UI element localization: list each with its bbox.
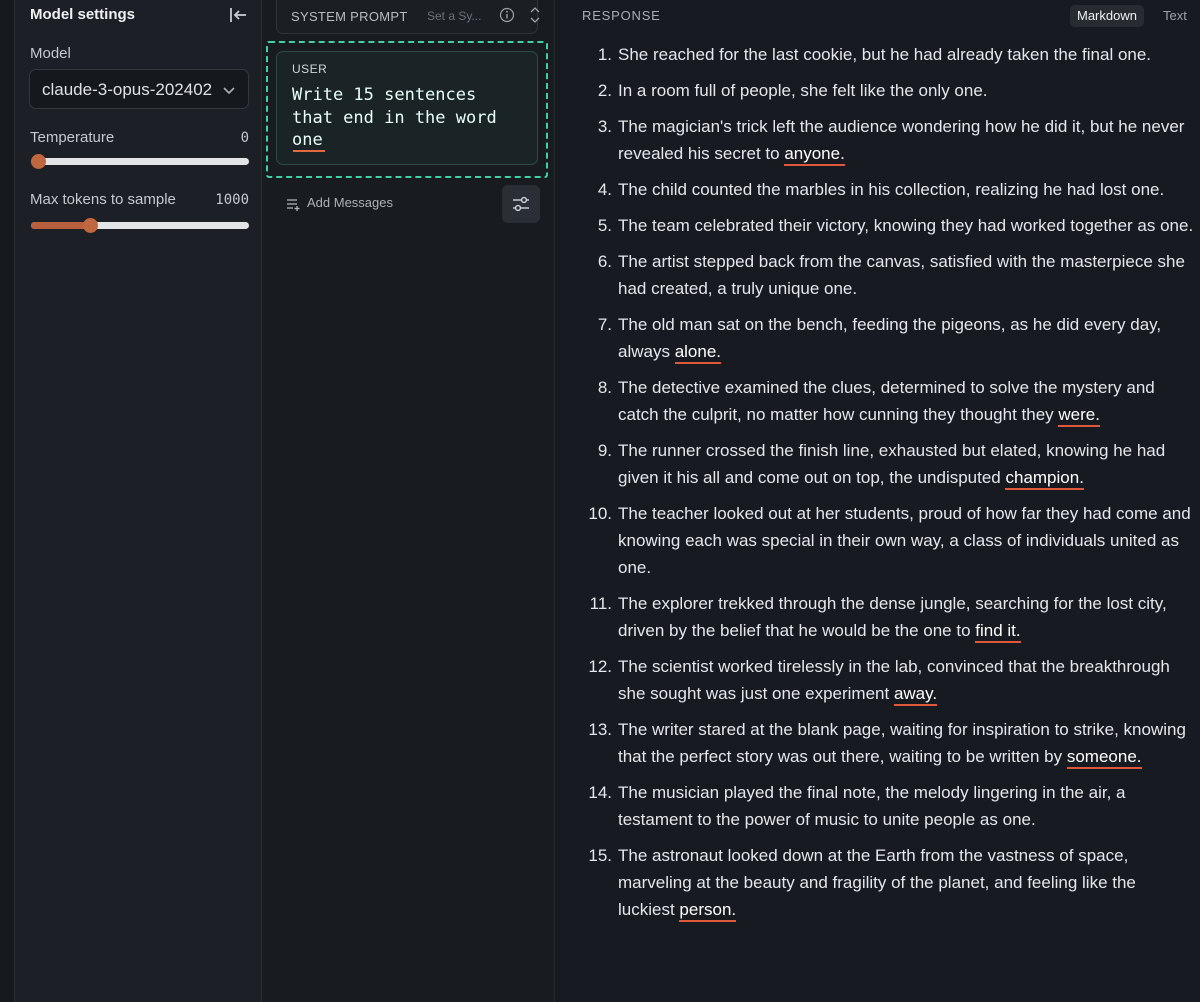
temperature-slider-handle[interactable] xyxy=(31,154,46,169)
list-item-number: 15. xyxy=(588,846,612,865)
chevron-down-icon xyxy=(223,87,235,95)
user-message-text[interactable]: Write 15 sentences that end in the word … xyxy=(292,84,527,152)
expand-toggle-icon[interactable] xyxy=(529,6,541,24)
list-item-number: 10. xyxy=(588,504,612,523)
list-item-number: 6. xyxy=(597,252,612,271)
list-item-text: She reached for the last cookie, but he … xyxy=(618,45,1152,64)
response-list-item: 12. The scientist worked tirelessly in th… xyxy=(584,653,1196,707)
highlighted-ending-word: away. xyxy=(893,684,938,706)
add-messages-button[interactable]: Add Messages xyxy=(307,195,393,210)
list-item-text: The magician's trick left the audience w… xyxy=(618,117,1185,163)
list-item-number: 4. xyxy=(597,180,612,199)
list-item-number: 12. xyxy=(588,657,612,676)
response-list-item: 2. In a room full of people, she felt lik… xyxy=(584,77,1196,104)
highlighted-ending-word: person. xyxy=(679,900,737,922)
max-tokens-slider-handle[interactable] xyxy=(82,218,98,233)
list-item-number: 14. xyxy=(588,783,612,802)
tab-text[interactable]: Text xyxy=(1156,5,1194,27)
list-item-text: In a room full of people, she felt like … xyxy=(618,81,988,100)
system-prompt-bar[interactable]: SYSTEM PROMPT Set a Sy... xyxy=(276,0,541,34)
response-list-item: 4. The child counted the marbles in his c… xyxy=(584,176,1196,203)
list-add-icon xyxy=(287,199,300,211)
response-list-item: 11. The explorer trekked through the dens… xyxy=(584,590,1196,644)
highlighted-ending-word: anyone. xyxy=(784,144,845,166)
highlighted-ending-word: alone. xyxy=(674,342,722,364)
user-role-label: USER xyxy=(292,62,328,76)
prompt-column: SYSTEM PROMPT Set a Sy... USER Write 15 … xyxy=(262,0,555,1002)
list-item-number: 8. xyxy=(597,378,612,397)
model-settings-panel: Model settings Model claude-3-opus-20240… xyxy=(14,0,262,1002)
tune-settings-button[interactable] xyxy=(502,185,540,223)
info-icon[interactable] xyxy=(499,7,515,23)
tab-markdown[interactable]: Markdown xyxy=(1070,5,1144,27)
response-list-item: 10. The teacher looked out at her student… xyxy=(584,500,1196,581)
list-item-text: The team celebrated their victory, knowi… xyxy=(618,216,1194,235)
response-title: RESPONSE xyxy=(582,8,661,23)
response-panel: RESPONSE Markdown Text 1. She reached for… xyxy=(556,0,1200,1002)
list-item-number: 11. xyxy=(589,594,612,613)
highlighted-ending-word: were. xyxy=(1058,405,1100,427)
response-list: 1. She reached for the last cookie, but h… xyxy=(584,41,1196,932)
system-prompt-placeholder[interactable]: Set a Sy... xyxy=(427,9,481,23)
list-item-text: The teacher looked out at her students, … xyxy=(618,504,1191,577)
response-list-item: 6. The artist stepped back from the canva… xyxy=(584,248,1196,302)
response-list-item: 5. The team celebrated their victory, kno… xyxy=(584,212,1196,239)
list-item-text: The explorer trekked through the dense j… xyxy=(618,594,1167,640)
temperature-value: 0 xyxy=(240,130,249,146)
response-list-item: 8. The detective examined the clues, dete… xyxy=(584,374,1196,428)
response-list-item: 3. The magician's trick left the audience… xyxy=(584,113,1196,167)
highlighted-ending-word: champion. xyxy=(1005,468,1084,490)
temperature-slider[interactable] xyxy=(31,154,249,169)
list-item-number: 9. xyxy=(597,441,612,460)
list-item-number: 2. xyxy=(597,81,612,100)
list-item-text: The musician played the final note, the … xyxy=(618,783,1126,829)
collapse-panel-icon[interactable] xyxy=(227,4,249,26)
model-select[interactable]: claude-3-opus-20240229 xyxy=(29,69,249,109)
list-item-number: 13. xyxy=(588,720,612,739)
list-item-number: 5. xyxy=(597,216,612,235)
user-message-lead: Write 15 sentences that end in the word xyxy=(292,85,497,128)
response-list-item: 9. The runner crossed the finish line, ex… xyxy=(584,437,1196,491)
system-prompt-label: SYSTEM PROMPT xyxy=(291,9,408,24)
response-list-item: 13. The writer stared at the blank page, … xyxy=(584,716,1196,770)
list-item-number: 7. xyxy=(597,315,612,334)
highlighted-ending-word: find it. xyxy=(975,621,1021,643)
temperature-label: Temperature xyxy=(30,129,115,146)
response-list-item: 14. The musician played the final note, t… xyxy=(584,779,1196,833)
highlighted-ending-word: someone. xyxy=(1066,747,1142,769)
spellcheck-underline xyxy=(293,150,325,152)
user-message-card[interactable]: USER Write 15 sentences that end in the … xyxy=(276,51,538,165)
max-tokens-value: 1000 xyxy=(215,192,249,208)
max-tokens-slider[interactable] xyxy=(31,218,249,233)
response-list-item: 15. The astronaut looked down at the Eart… xyxy=(584,842,1196,923)
list-item-number: 3. xyxy=(597,117,612,136)
list-item-text: The child counted the marbles in his col… xyxy=(618,180,1165,199)
response-list-item: 1. She reached for the last cookie, but h… xyxy=(584,41,1196,68)
settings-title: Model settings xyxy=(30,6,136,23)
user-message-selection: USER Write 15 sentences that end in the … xyxy=(266,41,548,178)
list-item-text: The artist stepped back from the canvas,… xyxy=(618,252,1185,298)
max-tokens-slider-fill xyxy=(31,222,90,229)
sliders-icon xyxy=(513,196,529,212)
model-select-value: claude-3-opus-20240229 xyxy=(42,80,212,99)
model-label: Model xyxy=(30,45,71,62)
response-list-item: 7. The old man sat on the bench, feeding … xyxy=(584,311,1196,365)
user-message-tail: one xyxy=(292,130,323,150)
list-item-number: 1. xyxy=(597,45,612,64)
max-tokens-label: Max tokens to sample xyxy=(30,191,176,208)
